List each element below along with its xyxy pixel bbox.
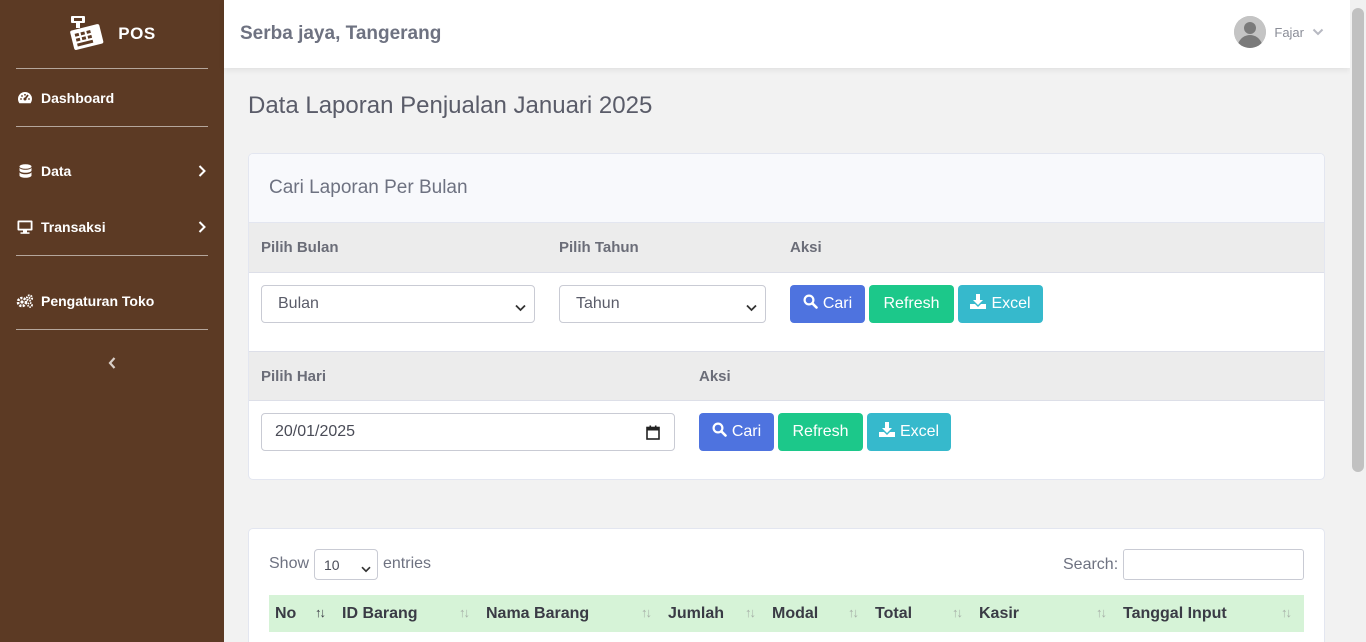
chevron-right-icon bbox=[198, 165, 208, 177]
page-title: Data Laporan Penjualan Januari 2025 bbox=[248, 92, 653, 119]
download-icon bbox=[970, 294, 987, 314]
sidebar: POS Dashboard Data Transaksi Pengaturan … bbox=[0, 0, 224, 642]
avatar bbox=[1234, 16, 1267, 48]
month-select[interactable]: Bulan bbox=[261, 285, 535, 323]
column-modal[interactable]: Modal bbox=[772, 605, 818, 623]
sort-icon: ↑↓ bbox=[745, 605, 756, 620]
sort-icon: ↑↓ bbox=[641, 605, 652, 620]
search-icon bbox=[803, 294, 818, 314]
sort-icon: ↑↓ bbox=[315, 605, 326, 620]
button-label: Refresh bbox=[883, 295, 940, 312]
date-input[interactable]: 20/01/2025 bbox=[261, 413, 675, 451]
button-label: Excel bbox=[991, 295, 1031, 312]
tachometer-icon bbox=[16, 90, 34, 106]
search-icon bbox=[712, 422, 727, 442]
user-name: Fajar bbox=[1274, 24, 1304, 40]
button-label: Refresh bbox=[792, 423, 849, 440]
sidebar-toggle-button[interactable] bbox=[0, 356, 224, 375]
sidebar-divider bbox=[16, 68, 208, 69]
monthly-search-button[interactable]: Cari bbox=[790, 285, 865, 323]
daily-excel-button[interactable]: Excel bbox=[867, 413, 951, 451]
scrollbar-thumb[interactable] bbox=[1352, 8, 1364, 472]
monthly-filter-header: Pilih Bulan Pilih Tahun Aksi bbox=[249, 223, 1324, 273]
sort-icon: ↑↓ bbox=[952, 605, 963, 620]
column-jumlah[interactable]: Jumlah bbox=[668, 605, 724, 623]
report-filter-card: Cari Laporan Per Bulan Pilih Bulan Pilih… bbox=[248, 153, 1325, 480]
entries-length-value: 10 bbox=[324, 556, 340, 573]
column-tanggal-input[interactable]: Tanggal Input bbox=[1123, 605, 1227, 623]
store-name: Serba jaya, Tangerang bbox=[240, 23, 442, 44]
sidebar-item-label: Dashboard bbox=[41, 90, 115, 106]
sidebar-divider bbox=[16, 255, 208, 256]
day-header: Pilih Hari bbox=[261, 368, 327, 385]
sidebar-item-label: Data bbox=[41, 163, 72, 179]
sidebar-item-transaksi[interactable]: Transaksi bbox=[0, 199, 224, 255]
chevron-right-icon bbox=[198, 221, 208, 233]
chevron-down-icon bbox=[1312, 23, 1324, 41]
column-no[interactable]: No bbox=[275, 605, 296, 623]
month-header: Pilih Bulan bbox=[261, 239, 339, 256]
page-scrollbar[interactable] bbox=[1350, 0, 1366, 642]
search-label: Search: bbox=[1063, 556, 1119, 573]
month-select-value: Bulan bbox=[278, 295, 319, 312]
year-header: Pilih Tahun bbox=[559, 239, 639, 256]
sidebar-divider bbox=[16, 329, 208, 330]
sidebar-brand[interactable]: POS bbox=[0, 0, 224, 68]
column-nama-barang[interactable]: Nama Barang bbox=[486, 605, 589, 623]
chevron-down-icon bbox=[515, 299, 526, 317]
column-total[interactable]: Total bbox=[875, 605, 912, 623]
table-search-input[interactable] bbox=[1123, 549, 1304, 580]
user-menu[interactable]: Fajar bbox=[1234, 16, 1324, 48]
sidebar-item-data[interactable]: Data bbox=[0, 143, 224, 199]
sidebar-item-label: Transaksi bbox=[41, 219, 106, 235]
chevron-down-icon bbox=[361, 560, 371, 576]
date-input-value: 20/01/2025 bbox=[275, 423, 356, 440]
year-select[interactable]: Tahun bbox=[559, 285, 766, 323]
action-header: Aksi bbox=[790, 239, 822, 256]
entries-length-select[interactable]: 10 bbox=[314, 549, 378, 580]
monthly-excel-button[interactable]: Excel bbox=[958, 285, 1043, 323]
action-header: Aksi bbox=[699, 368, 731, 385]
cogs-icon bbox=[16, 293, 34, 309]
calendar-icon[interactable] bbox=[646, 425, 660, 445]
daily-search-button[interactable]: Cari bbox=[699, 413, 774, 451]
button-label: Cari bbox=[731, 423, 762, 440]
year-select-value: Tahun bbox=[576, 295, 620, 312]
sort-icon: ↑↓ bbox=[1096, 605, 1107, 620]
show-label: Show bbox=[269, 555, 310, 572]
sidebar-item-dashboard[interactable]: Dashboard bbox=[0, 70, 224, 126]
database-icon bbox=[16, 163, 34, 179]
sort-icon: ↑↓ bbox=[459, 605, 470, 620]
sidebar-item-pengaturan-toko[interactable]: Pengaturan Toko bbox=[0, 273, 224, 329]
sort-icon: ↑↓ bbox=[848, 605, 859, 620]
table-header-row: No ↑↓ ID Barang ↑↓ Nama Barang ↑↓ Jumlah… bbox=[269, 595, 1304, 632]
chevron-down-icon bbox=[746, 299, 757, 317]
brand-name: POS bbox=[118, 24, 156, 43]
topbar: Serba jaya, Tangerang Fajar bbox=[224, 0, 1350, 68]
button-label: Excel bbox=[899, 423, 940, 440]
entries-label: entries bbox=[383, 555, 432, 572]
download-icon bbox=[878, 422, 895, 442]
card-title: Cari Laporan Per Bulan bbox=[249, 154, 1324, 223]
sales-table-card: Show 10 entries Search: No ↑↓ ID Barang … bbox=[248, 528, 1325, 642]
monthly-refresh-button[interactable]: Refresh bbox=[869, 285, 954, 323]
daily-filter-header: Pilih Hari Aksi bbox=[249, 351, 1324, 401]
sort-icon: ↑↓ bbox=[1281, 605, 1292, 620]
daily-refresh-button[interactable]: Refresh bbox=[778, 413, 863, 451]
sidebar-item-label: Pengaturan Toko bbox=[41, 293, 155, 309]
chevron-left-icon bbox=[107, 356, 117, 375]
desktop-icon bbox=[16, 219, 34, 235]
column-id-barang[interactable]: ID Barang bbox=[342, 605, 418, 623]
cash-register-icon bbox=[68, 14, 106, 55]
sidebar-divider bbox=[16, 126, 208, 127]
column-kasir[interactable]: Kasir bbox=[979, 605, 1019, 623]
button-label: Cari bbox=[822, 295, 853, 312]
